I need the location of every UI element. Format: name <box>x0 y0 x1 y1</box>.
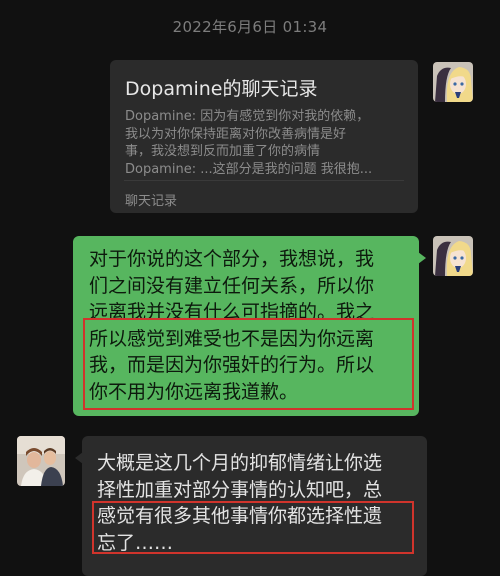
chat-timestamp: 2022年6月6日 01:34 <box>172 18 328 36</box>
self-avatar-bottom[interactable] <box>433 236 473 276</box>
message-line: 择性加重对部分事情的认知吧，总 <box>97 478 383 501</box>
record-divider <box>124 180 404 181</box>
record-title: Dopamine的聊天记录 <box>125 78 318 100</box>
anime-avatar-icon <box>433 236 473 276</box>
record-footer: 聊天记录 <box>125 194 178 209</box>
message-line: 对于你说的这个部分，我想说，我 <box>89 248 375 270</box>
anime-avatar-icon <box>433 62 473 102</box>
self-avatar-top[interactable] <box>433 62 473 102</box>
record-preview-line: Dopamine: ...这部分是我的问题 我很抱... <box>125 161 373 177</box>
record-preview-line: Dopamine: 因为有感觉到你对我的依赖， <box>125 109 370 124</box>
record-preview-line: 事，我没想到反而加重了你的病情 <box>125 144 321 159</box>
photo-avatar-icon <box>17 436 65 486</box>
other-avatar[interactable] <box>17 436 65 486</box>
highlight-box-incoming <box>92 501 414 554</box>
record-preview: Dopamine: 因为有感觉到你对我的依赖， 我以为对你保持距离对你改善病情是… <box>125 108 410 178</box>
message-line: 大概是这几个月的抑郁情绪让你选 <box>97 452 383 474</box>
highlight-box-outgoing <box>83 318 414 410</box>
message-line: 们之间没有建立任何关系，所以你 <box>89 274 375 297</box>
record-preview-line: 我以为对你保持距离对你改善病情是好 <box>125 126 347 142</box>
chat-record-card[interactable]: Dopamine的聊天记录 Dopamine: 因为有感觉到你对我的依赖， 我以… <box>110 60 418 213</box>
